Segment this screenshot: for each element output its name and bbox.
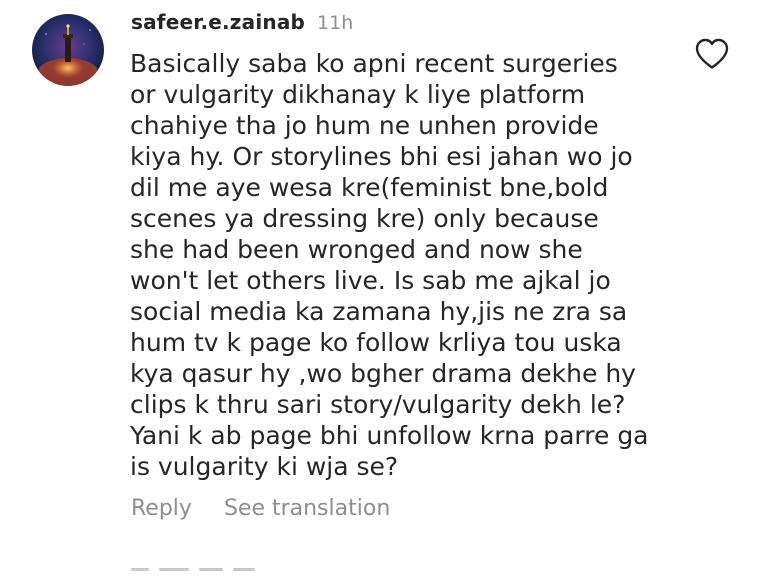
comment-text-line: social media ka zamana hy,jis ne zra sa — [130, 297, 628, 326]
comment-text-line: hum tv k page ko follow krliya tou uska — [130, 328, 622, 357]
avatar-photo — [32, 14, 104, 86]
see-translation-button[interactable]: See translation — [224, 496, 390, 521]
comment-text-line: Basically saba ko apni recent surgeries — [130, 49, 618, 78]
comment-text-line: or vulgarity dikhanay k liye platform — [130, 80, 586, 109]
comment-header: safeer.e.zainab 11h — [131, 10, 353, 36]
next-comment-peek — [131, 568, 331, 577]
comment-text-line: she had been wronged and now she — [130, 235, 583, 264]
comment: safeer.e.zainab 11h Basically saba ko ap… — [0, 0, 768, 577]
comment-actions: Reply See translation — [131, 496, 390, 521]
comment-text: Basically saba ko apni recent surgeries … — [130, 48, 690, 482]
comment-text-line: Yani k ab page bhi unfollow krna parre g… — [130, 421, 649, 450]
username[interactable]: safeer.e.zainab — [131, 10, 305, 34]
comment-text-line: dil me aye wesa kre(feminist bne,bold — [130, 173, 609, 202]
comment-text-line: scenes ya dressing kre) only because — [130, 204, 599, 233]
comment-text-line: kya qasur hy ,wo bgher drama dekhe hy — [130, 359, 636, 388]
heart-icon[interactable] — [694, 38, 730, 70]
comment-text-line: won't let others live. Is sab me ajkal j… — [130, 266, 611, 295]
comment-text-line: clips k thru sari story/vulgarity dekh l… — [130, 390, 626, 419]
timestamp: 11h — [317, 12, 354, 34]
comment-text-line: is vulgarity ki wja se? — [130, 452, 399, 481]
comment-text-line: kiya hy. Or storylines bhi esi jahan wo … — [130, 142, 633, 171]
avatar[interactable] — [32, 14, 104, 86]
comment-text-line: chahiye tha jo hum ne unhen provide — [130, 111, 599, 140]
reply-button[interactable]: Reply — [131, 496, 192, 521]
